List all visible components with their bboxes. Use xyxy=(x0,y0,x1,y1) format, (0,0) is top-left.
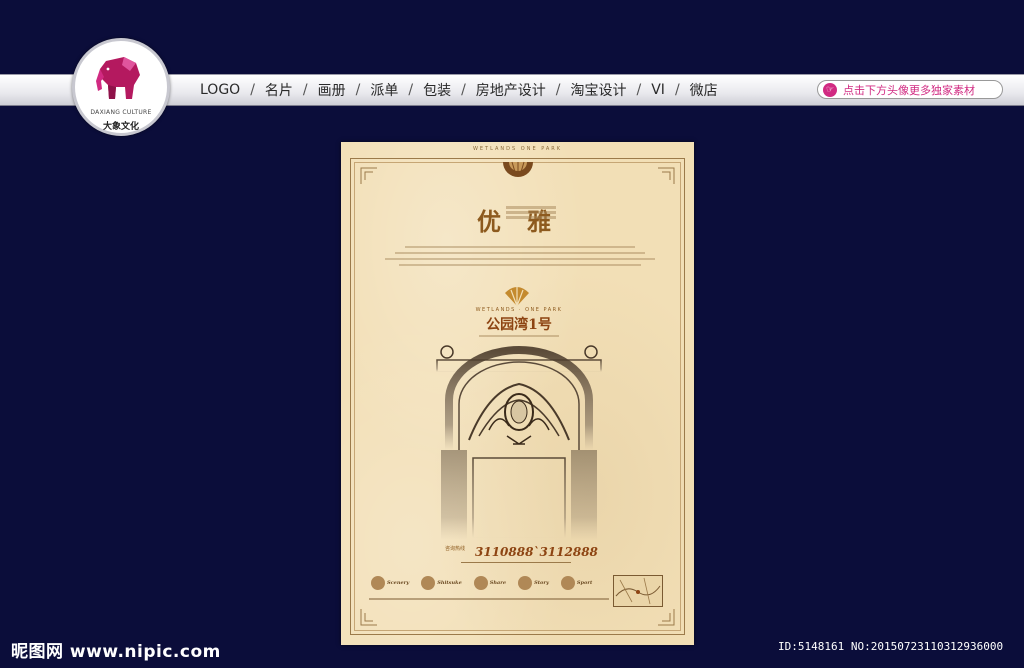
nav-separator: / xyxy=(355,82,361,98)
nav-separator: / xyxy=(302,82,308,98)
corner-ornament-icon xyxy=(360,167,377,184)
poster-top-title: WETLANDS ONE PARK xyxy=(472,146,563,152)
medallion-icon xyxy=(503,161,533,177)
feature-list: Scenery Shitsuke Share Story Sport xyxy=(371,576,592,590)
nav-item-real-estate[interactable]: 房地产设计 xyxy=(476,80,546,100)
nav-separator: / xyxy=(555,82,561,98)
nav-separator: / xyxy=(461,82,466,98)
corner-ornament-icon xyxy=(658,609,675,626)
sport-icon xyxy=(560,576,575,590)
feature-item: Share xyxy=(473,576,507,590)
feature-label: Story xyxy=(534,580,549,586)
corner-ornament-icon xyxy=(658,167,675,184)
nav-item-taobao[interactable]: 淘宝设计 xyxy=(571,80,627,100)
location-map xyxy=(613,575,663,607)
nav-item-vi[interactable]: VI xyxy=(651,82,665,98)
scenery-icon xyxy=(371,576,385,590)
shitsuke-icon xyxy=(421,576,436,590)
site-watermark: 昵图网 www.nipic.com xyxy=(11,642,221,662)
poster: WETLANDS ONE PARK 优雅 WETLANDS · ONE PARK… xyxy=(341,142,694,645)
feature-label: Sport xyxy=(576,580,593,586)
share-icon xyxy=(473,576,488,590)
nav-items: LOGO / 名片 / 画册 / 派单 / 包装 / 房地产设计 / 淘宝设计 … xyxy=(200,79,718,101)
headline-caption xyxy=(506,206,556,219)
shell-logo-icon xyxy=(505,287,529,307)
feature-item: Story xyxy=(518,576,549,590)
nav-item-weidian[interactable]: 微店 xyxy=(690,80,718,100)
brand-subtitle-en: WETLANDS · ONE PARK xyxy=(475,307,563,313)
brand-logo[interactable]: DAXIANG CULTURE 大象文化 xyxy=(72,38,170,136)
arch-illustration-icon xyxy=(436,345,602,540)
promo-label: 点击下方头像更多独家素材 xyxy=(843,83,975,97)
nav-item-flyer[interactable]: 派单 xyxy=(370,80,398,100)
nav-separator: / xyxy=(636,82,642,98)
feature-item: Sport xyxy=(560,576,593,590)
image-id-watermark: ID:5148161 NO:20150723110312936000 xyxy=(778,640,1004,653)
feature-label: Scenery xyxy=(387,580,410,586)
hand-pointer-icon: ☞ xyxy=(823,82,837,97)
hotline-number: 3110888`3112888 xyxy=(475,545,598,559)
nav-separator: / xyxy=(250,82,255,98)
feature-label: Share xyxy=(489,580,507,586)
story-icon xyxy=(518,576,533,590)
promo-button[interactable]: ☞ 点击下方头像更多独家素材 xyxy=(817,80,1003,99)
nav-separator: / xyxy=(674,82,680,98)
corner-ornament-icon xyxy=(360,609,377,626)
elephant-icon xyxy=(96,57,140,99)
nav-item-brochure[interactable]: 画册 xyxy=(318,80,346,100)
brand-name-cn: 大象文化 xyxy=(102,122,139,132)
feature-label: Shitsuke xyxy=(437,580,462,586)
brand-name-en: DAXIANG CULTURE xyxy=(90,109,152,116)
poster-body-text xyxy=(385,244,655,270)
nav-separator: / xyxy=(408,82,414,98)
nav-item-packaging[interactable]: 包装 xyxy=(423,80,451,100)
nav-item-business-card[interactable]: 名片 xyxy=(265,80,293,100)
feature-item: Scenery xyxy=(371,576,409,590)
feature-item: Shitsuke xyxy=(421,576,462,590)
poster-footer-text xyxy=(369,598,609,600)
map-icon xyxy=(615,577,661,605)
nav-item-logo[interactable]: LOGO xyxy=(200,82,240,98)
project-tagline xyxy=(459,333,579,339)
project-name: 公园湾1号 xyxy=(486,317,552,333)
divider xyxy=(461,562,571,563)
hotline-label: 咨询热线 xyxy=(445,546,466,552)
